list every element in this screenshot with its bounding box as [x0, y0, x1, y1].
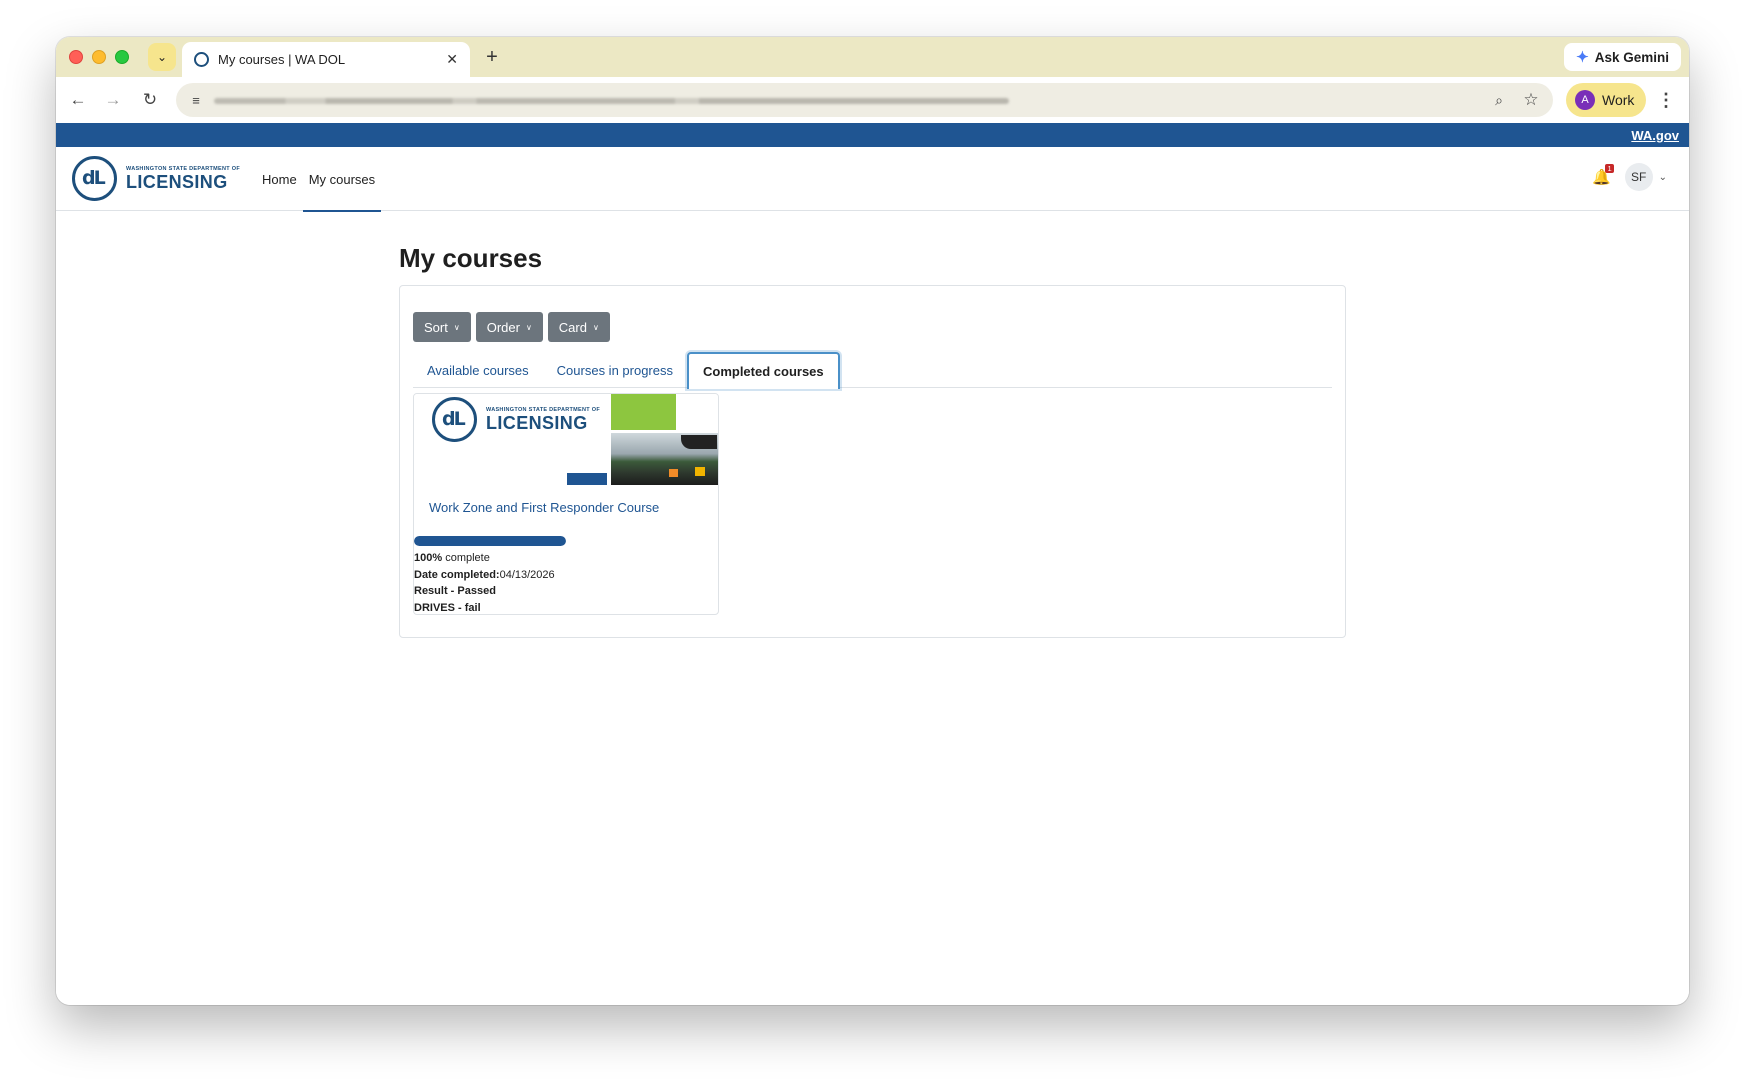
chevron-down-icon: ∨: [453, 322, 460, 332]
sort-label: Sort: [424, 319, 448, 335]
sort-dropdown[interactable]: Sort ∨: [413, 312, 471, 342]
date-completed: Date completed:04/13/2026: [414, 568, 555, 581]
browser-toolbar: ← → ↻ ≡ ⌕ ☆ A Work ⋮: [56, 77, 1689, 123]
dol-logo-mark-icon: dL: [72, 156, 117, 201]
gov-bar: WA.gov: [56, 123, 1689, 147]
maximize-window-button[interactable]: [115, 50, 129, 64]
view-controls: Sort ∨ Order ∨ Card ∨: [413, 312, 610, 342]
bookmark-star-icon[interactable]: ☆: [1521, 90, 1541, 110]
close-window-button[interactable]: [69, 50, 83, 64]
zoom-icon[interactable]: ⌕: [1489, 90, 1509, 110]
user-area: 🔔 1 SF ⌄: [1591, 163, 1667, 191]
web-page: WA.gov dL WASHINGTON STATE DEPARTMENT OF…: [56, 123, 1689, 1005]
order-dropdown[interactable]: Order ∨: [475, 312, 543, 342]
course-image-logo: dL WASHINGTON STATE DEPARTMENT OF LICENS…: [432, 397, 600, 442]
back-arrow-icon[interactable]: ←: [66, 88, 90, 112]
dol-favicon-icon: [194, 52, 209, 67]
tab-available-courses[interactable]: Available courses: [413, 352, 543, 388]
gemini-spark-icon: ✦: [1576, 49, 1589, 66]
browser-window: ⌄ My courses | WA DOL ✕ + ✦ Ask Gemini ←…: [56, 37, 1689, 1005]
nav-home[interactable]: Home: [256, 147, 303, 211]
drives-text: DRIVES - fail: [414, 601, 481, 614]
image-blue-block: [567, 473, 607, 485]
ask-gemini-button[interactable]: ✦ Ask Gemini: [1564, 43, 1681, 71]
dol-logo[interactable]: dL WASHINGTON STATE DEPARTMENT OF LICENS…: [72, 156, 240, 201]
nav-my-courses[interactable]: My courses: [302, 147, 382, 212]
course-name-link[interactable]: Work Zone and First Responder Course: [429, 500, 659, 515]
new-tab-button[interactable]: +: [480, 45, 504, 69]
blurred-url[interactable]: [214, 98, 1009, 104]
site-navbar: dL WASHINGTON STATE DEPARTMENT OF LICENS…: [56, 147, 1689, 212]
course-image[interactable]: dL WASHINGTON STATE DEPARTMENT OF LICENS…: [414, 394, 718, 485]
chevron-down-icon: ⌄: [156, 50, 168, 64]
display-label: Card: [558, 319, 587, 335]
page-title: My courses: [399, 243, 543, 273]
work-zone-photo: [611, 433, 718, 485]
display-dropdown[interactable]: Card ∨: [547, 312, 610, 342]
profile-label: Work: [1602, 92, 1635, 108]
ask-gemini-label: Ask Gemini: [1594, 49, 1669, 65]
site-settings-icon[interactable]: ≡: [186, 90, 206, 110]
course-card: dL WASHINGTON STATE DEPARTMENT OF LICENS…: [413, 393, 719, 615]
chevron-down-icon: ∨: [592, 322, 599, 332]
course-tabs: Available courses Courses in progress Co…: [413, 352, 1332, 389]
course-details: 100% complete Date completed:04/13/2026 …: [414, 550, 555, 614]
tab-courses-in-progress[interactable]: Courses in progress: [543, 352, 687, 388]
chevron-down-icon: ∨: [525, 322, 532, 332]
course-overview-panel: Sort ∨ Order ∨ Card ∨ Available courses …: [399, 285, 1346, 638]
tab-title: My courses | WA DOL: [218, 52, 346, 67]
close-tab-icon[interactable]: ✕: [446, 51, 458, 68]
address-bar[interactable]: ≡ ⌕ ☆: [176, 83, 1553, 117]
logo-big-text: LICENSING: [126, 171, 228, 192]
browser-tab[interactable]: My courses | WA DOL ✕: [182, 42, 470, 77]
progress-text: 100% complete: [414, 552, 490, 564]
image-logo-big-text: LICENSING: [486, 412, 588, 433]
minimize-window-button[interactable]: [92, 50, 106, 64]
main-content: My courses Sort ∨ Order ∨ Card ∨ Availab…: [399, 243, 1346, 638]
progress-bar-fill: [414, 536, 566, 546]
profile-button[interactable]: A Work: [1566, 83, 1646, 117]
notifications-button[interactable]: 🔔 1: [1591, 164, 1614, 188]
menu-kebab-icon[interactable]: ⋮: [1654, 88, 1678, 112]
primary-nav: Home My courses: [256, 147, 382, 212]
tab-search-button[interactable]: ⌄: [148, 43, 176, 71]
dol-logo-mark-icon: dL: [432, 397, 477, 442]
image-green-block: [611, 394, 676, 430]
wa-gov-link[interactable]: WA.gov: [1631, 128, 1679, 143]
chevron-down-icon: ⌄: [1658, 171, 1667, 183]
tab-strip: ⌄ My courses | WA DOL ✕ + ✦ Ask Gemini: [56, 37, 1689, 77]
progress-bar: [414, 536, 566, 546]
result-text: Result - Passed: [414, 585, 496, 597]
notification-count-badge: 1: [1605, 164, 1614, 173]
reload-icon[interactable]: ↻: [138, 88, 162, 112]
order-label: Order: [486, 319, 520, 335]
user-avatar: SF: [1624, 163, 1653, 191]
profile-avatar: A: [1575, 90, 1595, 110]
forward-arrow-icon[interactable]: →: [101, 88, 125, 112]
user-menu[interactable]: SF ⌄: [1624, 163, 1667, 191]
tab-completed-courses[interactable]: Completed courses: [686, 352, 840, 389]
